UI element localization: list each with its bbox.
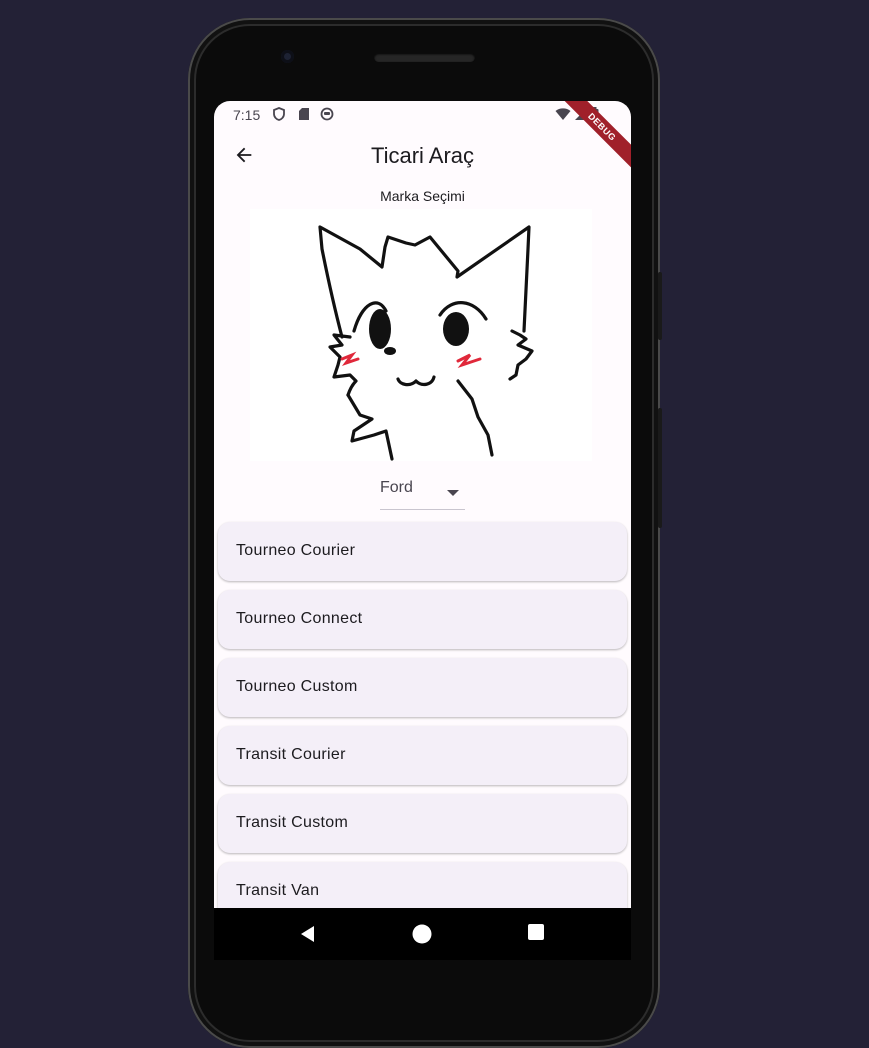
sd-card-icon xyxy=(298,107,310,124)
list-item-label: Tourneo Courier xyxy=(236,542,356,559)
list-item-label: Tourneo Connect xyxy=(236,610,363,627)
list-item[interactable]: Transit Van xyxy=(218,862,627,908)
list-item[interactable]: Transit Courier xyxy=(218,726,627,785)
face-icon xyxy=(320,107,334,124)
volume-button xyxy=(658,408,662,528)
list-item[interactable]: Transit Custom xyxy=(218,794,627,853)
brand-dropdown-value: Ford xyxy=(380,479,413,496)
list-item-label: Transit Courier xyxy=(236,746,346,763)
cat-drawing-image xyxy=(250,209,592,461)
home-circle-icon[interactable] xyxy=(412,924,432,944)
page-title: Ticari Araç xyxy=(370,143,475,168)
list-item[interactable]: Tourneo Custom xyxy=(218,658,627,717)
list-item-label: Tourneo Custom xyxy=(236,678,358,695)
power-button xyxy=(658,272,662,340)
app-screen: 7:15 DEBUG Ticari Araç Marka Seçimi Ford… xyxy=(214,101,631,908)
list-item-label: Transit Custom xyxy=(236,814,349,831)
list-item[interactable]: Tourneo Connect xyxy=(218,590,627,649)
wifi-icon xyxy=(555,107,571,124)
recents-square-icon[interactable] xyxy=(528,924,544,940)
brand-selection-label: Marka Seçimi xyxy=(380,188,465,204)
app-bar: Ticari Araç xyxy=(214,127,631,185)
list-item[interactable]: Tourneo Courier xyxy=(218,522,627,581)
arrow-drop-down-icon xyxy=(447,484,459,502)
system-nav-bar xyxy=(214,908,631,960)
list-item-label: Transit Van xyxy=(236,882,320,899)
front-camera xyxy=(281,50,294,63)
brand-dropdown[interactable]: Ford xyxy=(380,468,465,510)
back-triangle-icon[interactable] xyxy=(298,924,318,944)
earpiece-speaker xyxy=(374,53,475,62)
status-time: 7:15 xyxy=(233,107,261,123)
shield-icon xyxy=(272,107,286,124)
